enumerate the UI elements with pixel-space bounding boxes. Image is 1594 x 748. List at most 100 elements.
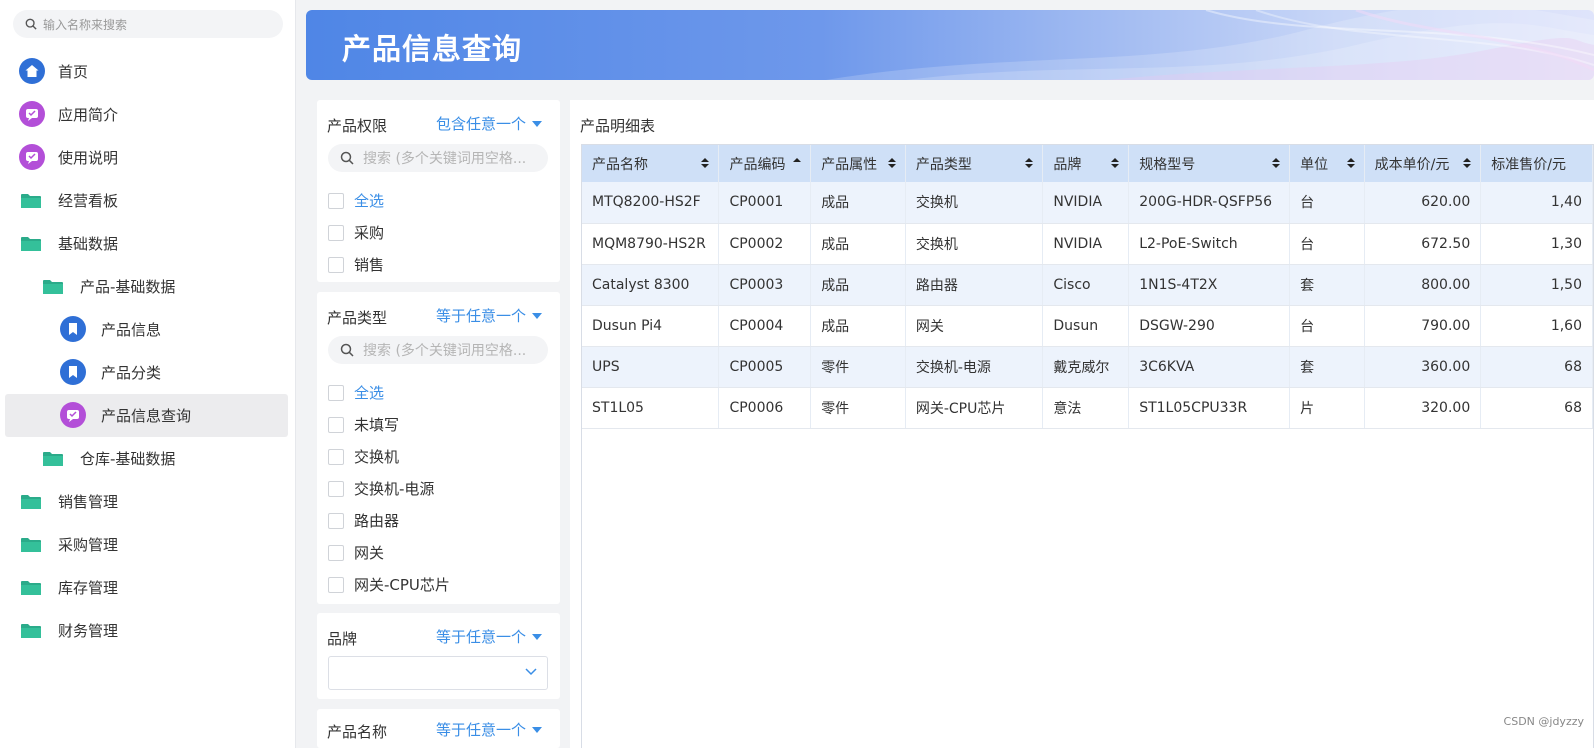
sidebar-item[interactable]: 产品分类 xyxy=(0,351,296,394)
checkbox-option[interactable]: 交换机-电源 xyxy=(328,478,434,499)
sidebar-item[interactable]: 产品信息查询 xyxy=(5,394,288,437)
checkbox-label: 销售 xyxy=(354,256,385,274)
sidebar-item[interactable]: 基础数据 xyxy=(0,222,296,265)
checkbox-option[interactable]: 销售 xyxy=(328,254,384,275)
sort-icon[interactable] xyxy=(701,157,710,169)
table-row[interactable]: MTQ8200-HS2F CP0001 成品 交换机 NVIDIA 200G-HDR-QS… xyxy=(582,182,1593,224)
table-cell: 零件 xyxy=(810,387,906,429)
folder-icon xyxy=(20,193,42,209)
checkbox-box[interactable] xyxy=(328,416,344,433)
sidebar-item[interactable]: 首页 xyxy=(0,50,296,93)
sort-ascending-icon[interactable] xyxy=(793,157,802,169)
checkbox-label: 未填写 xyxy=(354,416,400,434)
table-cell: ST1L05 xyxy=(582,387,720,429)
sidebar-item[interactable]: 产品-基础数据 xyxy=(0,265,296,308)
sidebar-item-label: 基础数据 xyxy=(58,235,119,253)
table-row[interactable]: Dusun Pi4 CP0004 成品 网关 Dusun DSGW-290 台 790.00 1… xyxy=(582,305,1593,347)
checkbox-box[interactable] xyxy=(328,576,344,593)
table-cell: 790.00 xyxy=(1364,305,1482,347)
checkbox-box[interactable] xyxy=(328,512,344,529)
filter-search-placeholder: 搜索 (多个关键词用空格... xyxy=(363,343,527,359)
filter-operator-dropdown[interactable]: 包含任意一个 xyxy=(436,113,542,134)
folder-icon xyxy=(20,236,42,252)
table-cell: Catalyst 8300 xyxy=(582,264,720,306)
table-cell: 意法 xyxy=(1042,387,1130,429)
filter-label: 产品名称 xyxy=(327,723,388,741)
filter-search-input[interactable]: 搜索 (多个关键词用空格... xyxy=(328,336,548,364)
sidebar-search-input[interactable]: 输入名称来搜索 xyxy=(13,10,283,38)
filter-search-input[interactable]: 搜索 (多个关键词用空格... xyxy=(328,144,548,172)
checkbox-box[interactable] xyxy=(328,224,344,241)
column-header[interactable]: 品牌 xyxy=(1042,145,1130,182)
checkbox-box[interactable] xyxy=(328,448,344,465)
table-cell: 360.00 xyxy=(1364,346,1482,388)
checkbox-box[interactable] xyxy=(328,384,344,401)
column-header[interactable]: 成本单价/元 xyxy=(1364,145,1482,182)
column-header[interactable]: 规格型号 xyxy=(1128,145,1291,182)
sidebar-item[interactable]: 使用说明 xyxy=(0,136,296,179)
sort-icon[interactable] xyxy=(1463,157,1472,169)
checkbox-box[interactable] xyxy=(328,480,344,497)
sidebar-item[interactable]: 仓库-基础数据 xyxy=(0,437,296,480)
filter-operator-dropdown[interactable]: 等于任意一个 xyxy=(436,719,542,740)
checkbox-box[interactable] xyxy=(328,192,344,209)
sort-icon[interactable] xyxy=(1346,157,1355,169)
sort-icon[interactable] xyxy=(1111,157,1120,169)
table-row[interactable]: Catalyst 8300 CP0003 成品 路由器 Cisco 1N1S-4T2X 套 8… xyxy=(582,264,1593,306)
watermark: CSDN @jdyzzy xyxy=(1503,715,1584,728)
table-row[interactable]: ST1L05 CP0006 零件 网关-CPU芯片 意法 ST1L05CPU33R 片 320… xyxy=(582,387,1593,429)
sort-icon[interactable] xyxy=(1025,157,1034,169)
checkbox-option[interactable]: 网关 xyxy=(328,542,384,563)
checkbox-box[interactable] xyxy=(328,544,344,561)
brand-select[interactable] xyxy=(328,656,548,690)
table-cell: 320.00 xyxy=(1364,387,1482,429)
table-row[interactable]: MQM8790-HS2R CP0002 成品 交换机 NVIDIA L2-PoE-Swit… xyxy=(582,223,1593,265)
sidebar-item[interactable]: 财务管理 xyxy=(0,609,296,652)
filter-operator-label: 等于任意一个 xyxy=(435,721,526,739)
column-header-label: 成本单价/元 xyxy=(1374,156,1450,173)
filter-operator-dropdown[interactable]: 等于任意一个 xyxy=(436,305,542,326)
column-header[interactable]: 产品编码 xyxy=(718,145,812,182)
column-header[interactable]: 标准售价/元 xyxy=(1480,145,1593,182)
filter-permission-panel: 产品权限 包含任意一个 搜索 (多个关键词用空格... 全选 采购 销售 xyxy=(317,100,560,282)
table-cell: 网关-CPU芯片 xyxy=(905,387,1044,429)
sidebar-item[interactable]: 经营看板 xyxy=(0,179,296,222)
column-header[interactable]: 单位 xyxy=(1289,145,1365,182)
table-cell: MQM8790-HS2R xyxy=(582,223,720,265)
sort-icon[interactable] xyxy=(1272,157,1281,169)
filter-operator-dropdown[interactable]: 等于任意一个 xyxy=(436,626,542,647)
sidebar-item[interactable]: 应用简介 xyxy=(0,93,296,136)
table-cell: 交换机-电源 xyxy=(905,346,1044,388)
caret-down-icon xyxy=(532,120,542,127)
table-row[interactable]: UPS CP0005 零件 交换机-电源 戴克威尔 3C6KVA 套 360.00 68 xyxy=(582,346,1593,388)
table-cell: UPS xyxy=(582,346,720,388)
product-table-container[interactable]: 产品名称 产品编码 产品属性 产品类型 品牌 规格型号 单位 成本单价/元 标准售价/元 MTQ… xyxy=(581,144,1594,748)
table-cell: CP0006 xyxy=(718,387,812,429)
checkbox-option[interactable]: 未填写 xyxy=(328,414,399,435)
sidebar-item[interactable]: 销售管理 xyxy=(0,480,296,523)
sidebar-item-label: 采购管理 xyxy=(58,536,119,554)
checkbox-option[interactable]: 采购 xyxy=(328,222,384,243)
caret-down-icon xyxy=(532,633,542,640)
table-cell: 1N1S-4T2X xyxy=(1128,264,1291,306)
column-header-label: 产品名称 xyxy=(592,156,648,173)
checkbox-select-all[interactable]: 全选 xyxy=(328,382,384,403)
table-cell: 交换机 xyxy=(905,223,1044,265)
checkbox-option[interactable]: 网关-CPU芯片 xyxy=(328,574,450,595)
filter-operator-label: 包含任意一个 xyxy=(435,115,526,133)
column-header[interactable]: 产品类型 xyxy=(905,145,1044,182)
table-cell: 套 xyxy=(1289,264,1365,306)
checkbox-option[interactable]: 路由器 xyxy=(328,510,399,531)
checkbox-box[interactable] xyxy=(328,256,344,273)
caret-down-icon xyxy=(532,726,542,733)
sort-icon[interactable] xyxy=(887,157,896,169)
checkbox-option[interactable]: 交换机 xyxy=(328,446,399,467)
column-header[interactable]: 产品名称 xyxy=(582,145,720,182)
column-header[interactable]: 产品属性 xyxy=(810,145,906,182)
sidebar-item[interactable]: 采购管理 xyxy=(0,523,296,566)
table-header-row: 产品名称 产品编码 产品属性 产品类型 品牌 规格型号 单位 成本单价/元 标准售价/元 xyxy=(582,145,1593,182)
checkbox-select-all[interactable]: 全选 xyxy=(328,190,384,211)
sidebar-item[interactable]: 产品信息 xyxy=(0,308,296,351)
product-table: 产品名称 产品编码 产品属性 产品类型 品牌 规格型号 单位 成本单价/元 标准售价/元 MTQ… xyxy=(582,145,1593,429)
sidebar-item[interactable]: 库存管理 xyxy=(0,566,296,609)
